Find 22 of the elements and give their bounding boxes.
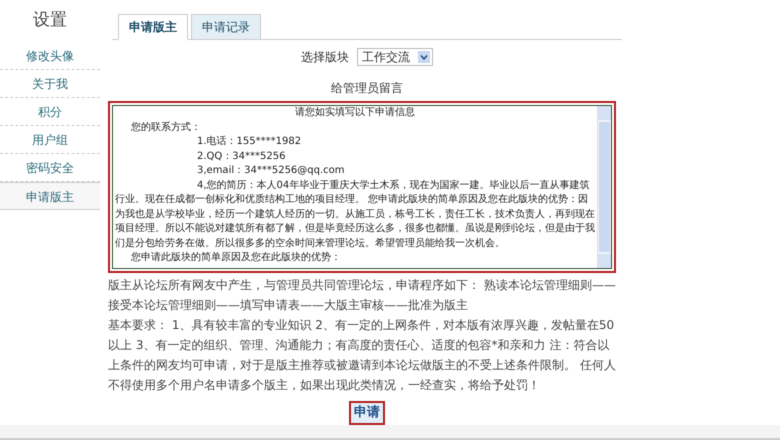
sidebar-item[interactable]: 修改头像 — [0, 42, 100, 70]
tab[interactable]: 申请版主 — [118, 14, 188, 40]
board-dropdown[interactable]: 工作交流 — [357, 48, 433, 66]
rules-paragraph: 基本要求： 1、具有较丰富的专业知识 2、有一定的上网条件，对本版有浓厚兴趣，发帖量在50以上 3、有一定的组织、管理、沟通能力；有高度的责任心、适度的包容*和亲和力 注：符合以上条件的网友均可申请，对于是版主推荐或被邀请到本论坛做版主的不受上述条件限制。 任何人不得使用多个用户名申请多个版主，如果出现此类情况，一经查实，将给予处罚！ — [108, 317, 617, 394]
apply-button[interactable]: 申请 — [349, 401, 385, 425]
sidebar-item[interactable]: 关于我 — [0, 70, 100, 98]
textarea-line: 您的联系方式： — [130, 120, 202, 134]
sidebar-item[interactable]: 申请版主 — [0, 182, 100, 210]
tab[interactable]: 申请记录 — [191, 14, 261, 40]
sidebar-item[interactable]: 积分 — [0, 98, 100, 126]
textarea-line: 3,email：34***5256@qq.com — [196, 164, 346, 178]
message-textarea[interactable] — [108, 101, 616, 273]
textarea-line: 1.电话：155****1982 — [196, 135, 302, 149]
select-label: 选择版块 — [301, 49, 349, 66]
textarea-line: 您申请此版块的简单原因及您在此版块的优势： — [130, 251, 342, 265]
textarea-line: 2.QQ：34***5256 — [196, 150, 286, 164]
textarea-line: 请您如实填写以下申请信息 — [294, 106, 416, 120]
textarea-line: 4,您的简历：本人04年毕业于重庆大学土木系，现在为国家一建。毕业以后一直从事建筑行业。现在任成都一创标化和优质结构工地的项目经理。 您申请此版块的简单原因及您在此版块的优势：因为我也是从学校毕业，经历一个建筑人经历的一切。从施工员，栋号工长，责任工长，技术负责人，再到现在项目经理。所以不能说对建筑所有都了解，但是毕竟经历这么多，很多也都懂。虽说是刚到论坛，但是由于我们是分包给劳务在做。所以很多多的空余时间来管理论坛。希望管理员能给我一次机会。 — [115, 178, 595, 250]
sidebar-item[interactable]: 用户组 — [0, 126, 100, 154]
rules-paragraph: 版主从论坛所有网友中产生，与管理员共同管理论坛，申请程序如下： 熟读本论坛管理细则——接受本论坛管理细则——填写申请表——大版主审核——批准为版主 — [108, 277, 617, 314]
message-label: 给管理员留言 — [330, 80, 404, 97]
sidebar-title: 设置 — [32, 9, 68, 32]
